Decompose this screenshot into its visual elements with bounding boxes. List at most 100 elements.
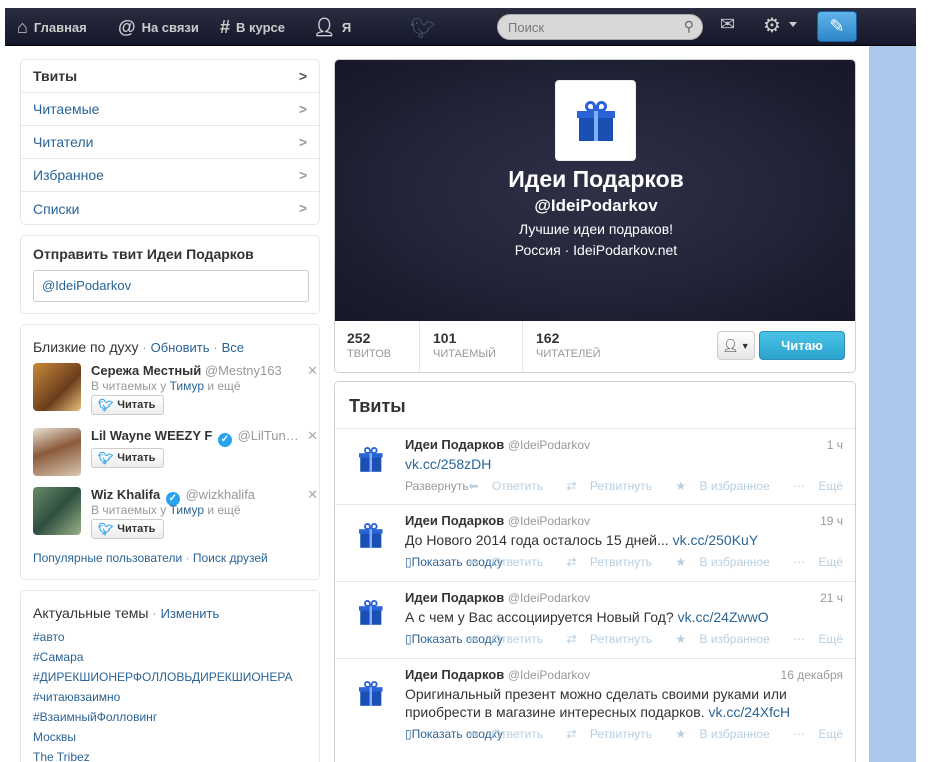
favorite-action[interactable]: ★ В избранное [665, 632, 769, 646]
stat-tweets[interactable]: 252 ТВИТОВ [347, 330, 391, 360]
followed-by-suffix: и ещё [207, 503, 241, 517]
tweet-item[interactable]: Идеи Подарков @IdeiPodarkov 19 ч До Ново… [335, 504, 855, 581]
reply-action[interactable]: ⬅ Ответить [458, 479, 543, 493]
author-handle: @IdeiPodarkov [507, 668, 591, 682]
trend-item[interactable]: #ВзаимныйФолловинг [33, 707, 293, 727]
user-name: Wiz Khalifa [91, 487, 161, 502]
view-all-link[interactable]: Все [222, 340, 244, 355]
user-actions-dropdown[interactable]: 👤︎ ▼ [717, 331, 755, 360]
document-icon: ▯ [405, 727, 412, 741]
trend-item[interactable]: The Tribez [33, 747, 293, 762]
followed-by-user-link[interactable]: Тимур [170, 379, 204, 393]
followed-by-suffix: и ещё [207, 379, 241, 393]
close-icon[interactable]: ✕ [307, 363, 318, 379]
tweet-item[interactable]: Идеи Подарков @IdeiPodarkov 21 ч А с чем… [335, 581, 855, 658]
close-icon[interactable]: ✕ [307, 428, 318, 444]
document-icon: ▯ [405, 555, 412, 569]
retweet-action[interactable]: ⇄ Ретвитнуть [556, 479, 652, 493]
more-action[interactable]: ⋯ Ещё [783, 555, 843, 569]
trend-item[interactable]: #авто [33, 627, 293, 647]
tweet-avatar[interactable] [359, 523, 397, 563]
nav-discover[interactable]: # В курсе [220, 8, 285, 46]
more-action[interactable]: ⋯ Ещё [783, 632, 843, 646]
favorite-action[interactable]: ★ В избранное [665, 555, 769, 569]
trend-item[interactable]: Москвы [33, 727, 293, 747]
avatar[interactable] [33, 487, 81, 535]
tweet-avatar[interactable] [359, 447, 397, 487]
followed-by-user-link[interactable]: Тимур [170, 503, 204, 517]
sidebar-item-favorites[interactable]: Избранное > [21, 159, 319, 192]
more-action[interactable]: ⋯ Ещё [783, 727, 843, 741]
twitter-bird-logo-icon[interactable]: 🐦︎ [410, 16, 435, 41]
profile-website-link[interactable]: IdeiPodarkov.net [573, 242, 677, 258]
tweet-timestamp[interactable]: 1 ч [827, 438, 843, 452]
send-tweet-input[interactable]: @IdeiPodarkov [33, 270, 309, 302]
user-handle: @Mestny163 [204, 363, 282, 378]
nav-me[interactable]: 👤︎ Я [313, 8, 351, 46]
tweet-item[interactable]: Идеи Подарков @IdeiPodarkov 16 декабря О… [335, 658, 855, 754]
twitter-bird-icon: 🐦︎ [98, 522, 114, 536]
tweet-author[interactable]: Идеи Подарков @IdeiPodarkov [405, 667, 590, 682]
tweet-author[interactable]: Идеи Подарков @IdeiPodarkov [405, 437, 590, 452]
tweet-link[interactable]: vk.cc/24ZwwO [678, 609, 769, 625]
popular-users-link[interactable]: Популярные пользователи [33, 551, 182, 565]
more-action[interactable]: ⋯ Ещё [783, 479, 843, 493]
favorite-action[interactable]: ★ В избранное [665, 727, 769, 741]
sidebar-item-tweets[interactable]: Твиты > [21, 60, 319, 93]
settings-gear-icon[interactable]: ⚙ [763, 13, 781, 38]
avatar[interactable] [33, 363, 81, 411]
nav-me-label: Я [341, 19, 352, 35]
avatar[interactable] [33, 428, 81, 476]
change-trends-link[interactable]: Изменить [161, 606, 220, 621]
messages-envelope-icon[interactable]: ✉ [720, 14, 735, 35]
tweet-item[interactable]: Идеи Подарков @IdeiPodarkov 1 ч vk.cc/25… [335, 428, 855, 504]
nav-home[interactable]: ⌂ Главная [17, 8, 87, 46]
reply-icon: ⬅ [468, 632, 479, 646]
refresh-link[interactable]: Обновить [151, 340, 210, 355]
suggested-user-name[interactable]: Сережа Местный @Mestny163 [91, 363, 282, 378]
sidebar-item-lists[interactable]: Списки > [21, 192, 319, 225]
nav-connect[interactable]: @ На связи [118, 8, 199, 46]
who-to-follow-footer: Популярные пользователи · Поиск друзей [33, 551, 268, 565]
favorite-action[interactable]: ★ В избранное [665, 479, 769, 493]
tweet-timestamp[interactable]: 19 ч [820, 514, 843, 528]
trend-item[interactable]: #читаювзаимно [33, 687, 293, 707]
search-icon[interactable]: ⚲ [684, 18, 694, 35]
follow-button[interactable]: 🐦︎ Читать [91, 448, 165, 468]
tweet-author[interactable]: Идеи Подарков @IdeiPodarkov [405, 513, 590, 528]
stat-followers[interactable]: 162 ЧИТАТЕЛЕЙ [536, 330, 601, 360]
tweet-link[interactable]: vk.cc/250KuY [673, 532, 759, 548]
tweet-avatar[interactable] [359, 600, 397, 640]
follow-button[interactable]: 🐦︎ Читать [91, 519, 165, 539]
find-friends-link[interactable]: Поиск друзей [193, 551, 268, 565]
tweet-avatar[interactable] [359, 681, 397, 721]
follow-button[interactable]: 🐦︎ Читать [91, 395, 165, 415]
trend-item[interactable]: #ДИРЕКШИОНЕРФОЛЛОВЬДИРЕКШИОНЕРА [33, 667, 293, 687]
profile-avatar[interactable] [555, 80, 636, 161]
sidebar-item-following[interactable]: Читаемые > [21, 93, 319, 126]
suggested-user-name[interactable]: Lil Wayne WEEZY F ✓ @LilTun… [91, 428, 299, 447]
nav-discover-label: В курсе [236, 19, 285, 35]
reply-action[interactable]: ⬅ Ответить [458, 727, 543, 741]
tweet-link[interactable]: vk.cc/258zDH [405, 456, 491, 472]
tweet-author[interactable]: Идеи Подарков @IdeiPodarkov [405, 590, 590, 605]
tweet-link[interactable]: vk.cc/24XfcH [708, 704, 790, 720]
search-input[interactable]: Поиск ⚲ [497, 14, 703, 40]
stat-following[interactable]: 101 ЧИТАЕМЫЙ [433, 330, 496, 360]
reply-action[interactable]: ⬅ Ответить [458, 555, 543, 569]
following-button[interactable]: Читаю [759, 331, 845, 360]
tweet-timestamp[interactable]: 21 ч [820, 591, 843, 605]
tweet-text: До Нового 2014 года осталось 15 дней... … [405, 531, 815, 549]
tweet-timestamp[interactable]: 16 декабря [781, 668, 843, 682]
retweet-action[interactable]: ⇄ Ретвитнуть [556, 632, 652, 646]
compose-tweet-button[interactable]: ✎ [817, 11, 857, 42]
trend-item[interactable]: #Самара [33, 647, 293, 667]
close-icon[interactable]: ✕ [307, 487, 318, 503]
retweet-action[interactable]: ⇄ Ретвитнуть [556, 555, 652, 569]
sidebar-item-followers[interactable]: Читатели > [21, 126, 319, 159]
profile-nav-card: Твиты > Читаемые > Читатели > Избранное … [20, 59, 320, 225]
reply-action[interactable]: ⬅ Ответить [458, 632, 543, 646]
tweet-actions: ⬅ Ответить ⇄ Ретвитнуть ★ В избранное ⋯ … [448, 555, 843, 569]
retweet-action[interactable]: ⇄ Ретвитнуть [556, 727, 652, 741]
profile-location-line: Россия · IdeiPodarkov.net [335, 242, 855, 258]
